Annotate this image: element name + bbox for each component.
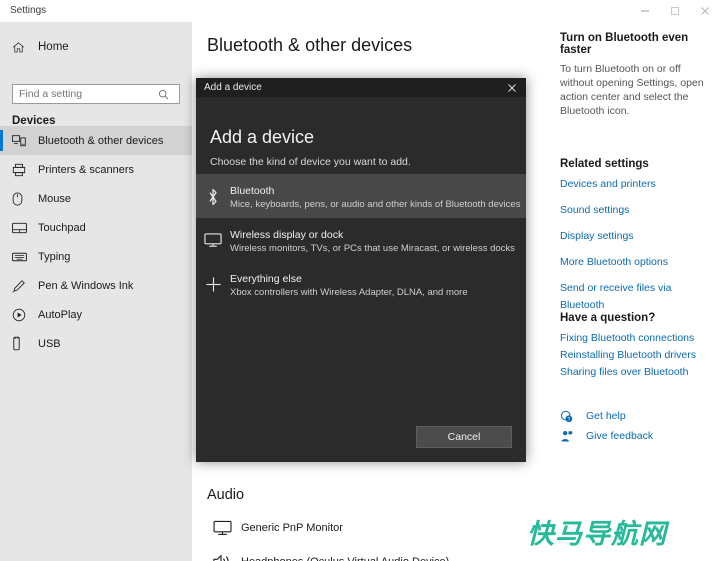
touchpad-icon <box>12 220 30 236</box>
link-sound-settings[interactable]: Sound settings <box>560 202 712 219</box>
autoplay-icon <box>12 307 30 323</box>
maximize-button[interactable] <box>660 0 690 22</box>
rail-block-support: ? Get help Give feedback <box>560 406 712 446</box>
dialog-close-icon[interactable] <box>498 78 526 97</box>
dialog-titlebar-label: Add a device <box>204 82 262 93</box>
printer-icon <box>12 162 30 178</box>
link-reinstalling-bluetooth-drivers[interactable]: Reinstalling Bluetooth drivers <box>560 347 720 364</box>
sidebar-item-label: USB <box>38 337 61 350</box>
dialog-option-title: Wireless display or dock <box>230 229 344 241</box>
dialog-option-wireless-display-or-dock[interactable]: Wireless display or dock Wireless monito… <box>196 218 526 262</box>
sidebar-nav-list: Bluetooth & other devices Printers & sca… <box>0 126 192 358</box>
get-help-row[interactable]: ? Get help <box>560 406 712 426</box>
display-icon <box>196 226 230 248</box>
mouse-icon <box>12 191 30 207</box>
home-icon <box>12 41 30 54</box>
sidebar-item-label: Touchpad <box>38 221 86 234</box>
link-send-or-receive-files[interactable]: Send or receive files via Bluetooth <box>560 280 712 314</box>
sidebar-item-autoplay[interactable]: AutoPlay <box>0 300 192 329</box>
minimize-button[interactable] <box>630 0 660 22</box>
search-box[interactable] <box>12 84 180 104</box>
link-display-settings[interactable]: Display settings <box>560 228 712 245</box>
dialog-body: Add a device Choose the kind of device y… <box>196 97 526 462</box>
search-input[interactable] <box>13 88 153 100</box>
bluetooth-icon <box>196 182 230 206</box>
sidebar-item-label: Pen & Windows Ink <box>38 279 134 292</box>
dialog-option-text: Everything else Xbox controllers with Wi… <box>230 270 468 300</box>
plus-icon <box>196 270 230 293</box>
page-title: Bluetooth & other devices <box>207 35 413 55</box>
search-icon[interactable] <box>153 89 173 100</box>
add-a-device-dialog: Add a device Add a device Choose the kin… <box>196 78 526 462</box>
sidebar-item-label: Typing <box>38 250 71 263</box>
link-devices-and-printers[interactable]: Devices and printers <box>560 176 712 193</box>
dialog-option-description: Wireless monitors, TVs, or PCs that use … <box>230 243 515 254</box>
device-name: Headphones (Oculus Virtual Audio Device) <box>241 556 449 561</box>
audio-section-heading: Audio <box>207 487 245 503</box>
sidebar-item-bluetooth-other-devices[interactable]: Bluetooth & other devices <box>0 126 192 155</box>
window-controls <box>630 0 720 22</box>
settings-window: Settings Home Find a setting Devices Blu… <box>0 0 720 561</box>
sidebar-item-label: Mouse <box>38 192 72 205</box>
link-sharing-files-over-bluetooth[interactable]: Sharing files over Bluetooth <box>560 364 720 381</box>
dialog-option-bluetooth[interactable]: Bluetooth Mice, keyboards, pens, or audi… <box>196 174 526 218</box>
dialog-option-description: Mice, keyboards, pens, or audio and othe… <box>230 199 521 210</box>
sidebar-item-touchpad[interactable]: Touchpad <box>0 213 192 242</box>
sidebar-item-label: Printers & scanners <box>38 163 134 176</box>
speaker-icon <box>207 553 237 561</box>
dialog-titlebar: Add a device <box>196 78 526 97</box>
sidebar-item-label: AutoPlay <box>38 308 83 321</box>
rail-heading: Turn on Bluetooth even faster <box>560 32 689 56</box>
sidebar-item-label: Bluetooth & other devices <box>38 134 164 147</box>
link-give-feedback[interactable]: Give feedback <box>586 428 653 445</box>
link-more-bluetooth-options[interactable]: More Bluetooth options <box>560 254 712 271</box>
svg-text:?: ? <box>568 416 571 422</box>
rail-block-related-settings: Related settings Devices and printers So… <box>560 158 712 323</box>
rail-heading: Related settings <box>560 158 649 170</box>
rail-block-turn-on-bluetooth-faster: Turn on Bluetooth even faster To turn Bl… <box>560 32 712 120</box>
sidebar-item-mouse[interactable]: Mouse <box>0 184 192 213</box>
dialog-option-title: Bluetooth <box>230 185 275 197</box>
sidebar-item-pen-windows-ink[interactable]: Pen & Windows Ink <box>0 271 192 300</box>
dialog-options-list: Bluetooth Mice, keyboards, pens, or audi… <box>196 174 526 306</box>
dialog-heading: Add a device <box>210 127 315 147</box>
dialog-option-description: Xbox controllers with Wireless Adapter, … <box>230 287 468 298</box>
keyboard-icon <box>12 249 30 265</box>
watermark: 快马导航网 <box>527 519 667 550</box>
sidebar-item-home-label: Home <box>38 41 69 53</box>
sidebar-item-home[interactable]: Home <box>0 34 192 60</box>
dialog-option-title: Everything else <box>230 273 302 285</box>
window-titlebar: Settings <box>0 0 720 22</box>
help-icon: ? <box>560 410 578 423</box>
dialog-subheading: Choose the kind of device you want to ad… <box>210 156 411 168</box>
pen-icon <box>12 278 30 294</box>
bluetooth-devices-icon <box>12 133 30 149</box>
dialog-option-everything-else[interactable]: Everything else Xbox controllers with Wi… <box>196 262 526 306</box>
app-title: Settings <box>10 5 47 16</box>
sidebar-item-typing[interactable]: Typing <box>0 242 192 271</box>
monitor-icon <box>207 520 237 536</box>
give-feedback-row[interactable]: Give feedback <box>560 426 712 446</box>
feedback-icon <box>560 430 578 443</box>
close-button[interactable] <box>690 0 720 22</box>
sidebar-item-printers-scanners[interactable]: Printers & scanners <box>0 155 192 184</box>
link-fixing-bluetooth-connections[interactable]: Fixing Bluetooth connections <box>560 330 720 347</box>
rail-block-have-a-question: Have a question? Fixing Bluetooth connec… <box>560 312 720 381</box>
usb-icon <box>12 336 30 352</box>
device-name: Generic PnP Monitor <box>241 522 343 534</box>
dialog-option-text: Wireless display or dock Wireless monito… <box>230 226 515 256</box>
rail-body-text: To turn Bluetooth on or off without open… <box>560 63 704 117</box>
sidebar: Home Devices <box>0 22 192 561</box>
rail-heading: Have a question? <box>560 312 656 324</box>
sidebar-item-usb[interactable]: USB <box>0 329 192 358</box>
cancel-button[interactable]: Cancel <box>416 426 512 448</box>
dialog-option-text: Bluetooth Mice, keyboards, pens, or audi… <box>230 182 520 212</box>
link-get-help[interactable]: Get help <box>586 408 626 425</box>
